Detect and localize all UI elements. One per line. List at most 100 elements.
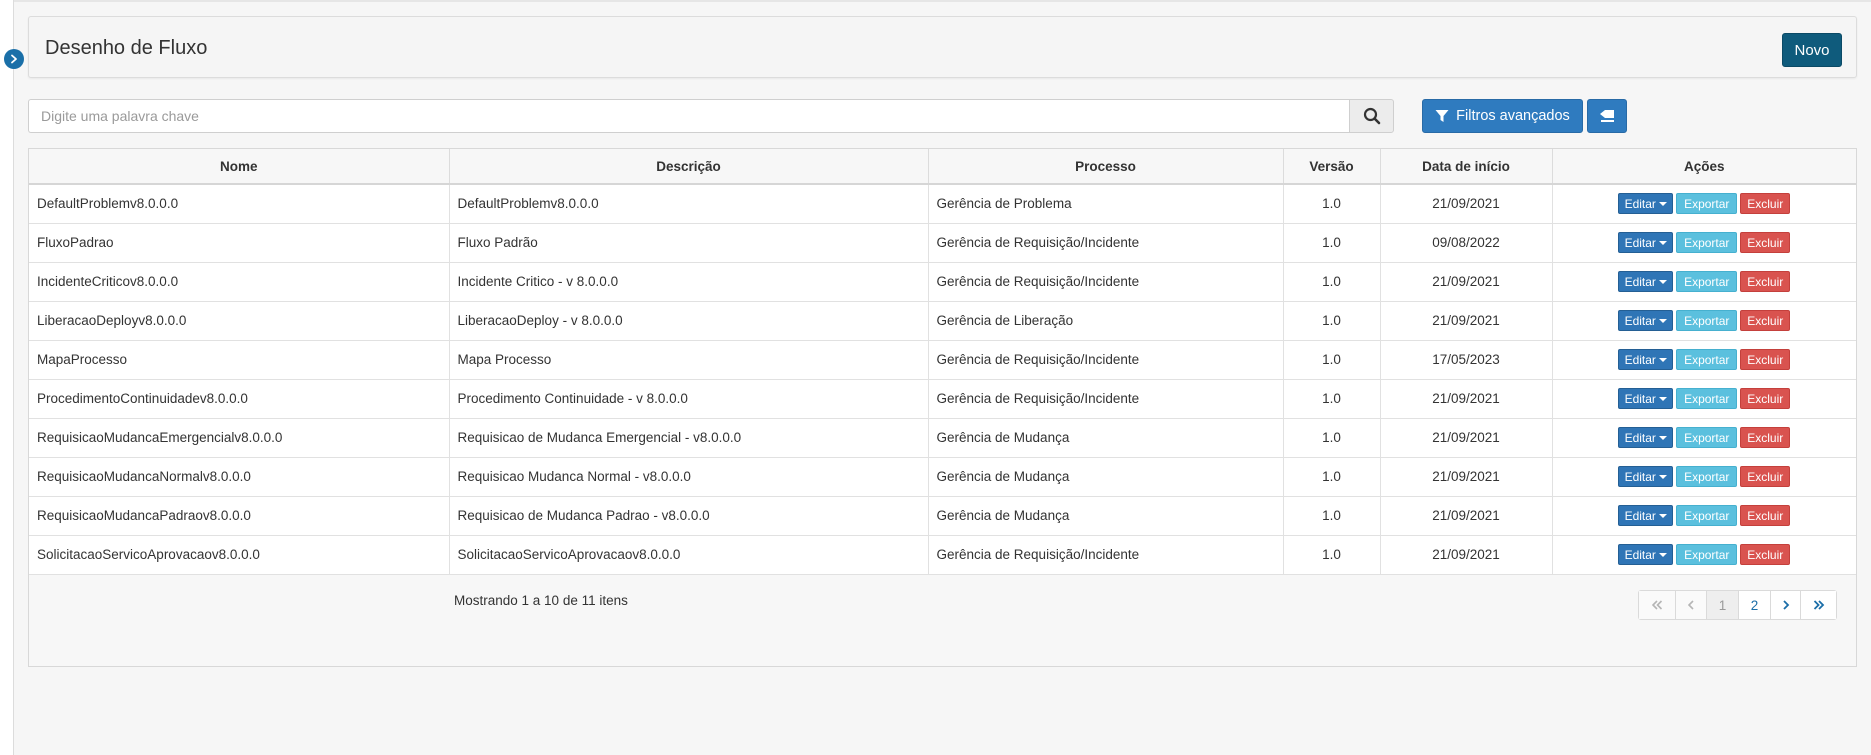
edit-dropdown-button[interactable]: Editar — [1618, 427, 1674, 448]
table-row[interactable]: RequisicaoMudancaNormalv8.0.0.0 Requisica… — [29, 457, 1856, 497]
edit-dropdown-button[interactable]: Editar — [1618, 388, 1674, 409]
cell-descricao: Mapa Processo — [449, 340, 929, 380]
column-header-processo[interactable]: Processo — [928, 149, 1284, 185]
table-row[interactable]: DefaultProblemv8.0.0.0 DefaultProblemv8.0… — [29, 184, 1856, 224]
previous-page-button[interactable] — [1676, 591, 1707, 619]
table-row[interactable]: SolicitacaoServicoAprovacaov8.0.0.0 Solic… — [29, 535, 1856, 575]
left-rail — [0, 0, 14, 755]
cell-versao: 1.0 — [1283, 457, 1381, 497]
export-button[interactable]: Exportar — [1676, 193, 1738, 215]
delete-button[interactable]: Excluir — [1740, 388, 1791, 409]
cell-processo: Gerência de Liberação — [928, 301, 1284, 341]
cell-data-inicio: 21/09/2021 — [1380, 262, 1553, 302]
cell-versao: 1.0 — [1283, 418, 1381, 458]
table-row[interactable]: MapaProcesso Mapa Processo Gerência de Req… — [29, 340, 1856, 380]
column-header-nome[interactable]: Nome — [29, 149, 450, 185]
edit-label: Editar — [1624, 469, 1656, 484]
sidebar-toggle-button[interactable] — [4, 49, 24, 69]
column-header-data-inicio[interactable]: Data de início — [1380, 149, 1553, 185]
edit-dropdown-button[interactable]: Editar — [1618, 193, 1674, 215]
delete-button[interactable]: Excluir — [1740, 271, 1791, 292]
export-button[interactable]: Exportar — [1676, 505, 1738, 526]
delete-button[interactable]: Excluir — [1740, 505, 1791, 526]
chevron-left-icon — [1687, 600, 1694, 610]
cell-nome: IncidenteCriticov8.0.0.0 — [29, 262, 450, 302]
export-button[interactable]: Exportar — [1676, 349, 1738, 370]
caret-down-icon — [1658, 358, 1667, 362]
cell-data-inicio: 21/09/2021 — [1380, 496, 1553, 536]
double-chevron-left-icon — [1651, 600, 1663, 610]
column-header-descricao[interactable]: Descrição — [449, 149, 929, 185]
delete-button[interactable]: Excluir — [1740, 466, 1791, 487]
cell-acoes: Editar Exportar Excluir — [1552, 535, 1856, 575]
row-actions: Editar Exportar Excluir — [1561, 193, 1849, 215]
row-actions: Editar Exportar Excluir — [1561, 271, 1849, 292]
page-title: Desenho de Fluxo — [45, 37, 208, 59]
edit-label: Editar — [1624, 547, 1656, 562]
edit-label: Editar — [1624, 274, 1656, 289]
export-button[interactable]: Exportar — [1676, 271, 1738, 292]
column-header-acoes: Ações — [1552, 149, 1856, 185]
showing-items-text: Mostrando 1 a 10 de 11 itens — [454, 593, 628, 608]
cell-versao: 1.0 — [1283, 301, 1381, 341]
page-header: Desenho de Fluxo Novo — [28, 16, 1857, 78]
table-row[interactable]: RequisicaoMudancaEmergencialv8.0.0.0 Requ… — [29, 418, 1856, 458]
edit-label: Editar — [1624, 508, 1656, 523]
export-button[interactable]: Exportar — [1676, 388, 1738, 409]
search-button[interactable] — [1349, 99, 1394, 133]
edit-dropdown-button[interactable]: Editar — [1618, 466, 1674, 487]
table-row[interactable]: FluxoPadrao Fluxo Padrão Gerência de Requi… — [29, 223, 1856, 263]
cell-data-inicio: 21/09/2021 — [1380, 184, 1553, 224]
caret-down-icon — [1658, 202, 1667, 207]
table-row[interactable]: LiberacaoDeployv8.0.0.0 LiberacaoDeploy -… — [29, 301, 1856, 341]
cell-nome: RequisicaoMudancaNormalv8.0.0.0 — [29, 457, 450, 497]
first-page-button[interactable] — [1639, 591, 1676, 619]
caret-down-icon — [1658, 553, 1667, 557]
export-button[interactable]: Exportar — [1676, 427, 1738, 448]
page-1-button[interactable]: 1 — [1707, 591, 1739, 619]
delete-button[interactable]: Excluir — [1740, 193, 1791, 215]
delete-button[interactable]: Excluir — [1740, 232, 1791, 253]
table-row[interactable]: IncidenteCriticov8.0.0.0 Incidente Critic… — [29, 262, 1856, 302]
edit-dropdown-button[interactable]: Editar — [1618, 544, 1674, 565]
edit-dropdown-button[interactable]: Editar — [1618, 505, 1674, 526]
delete-button[interactable]: Excluir — [1740, 310, 1791, 331]
export-button[interactable]: Exportar — [1676, 466, 1738, 487]
new-button[interactable]: Novo — [1782, 33, 1842, 67]
cell-processo: Gerência de Requisição/Incidente — [928, 535, 1284, 575]
cell-nome: DefaultProblemv8.0.0.0 — [29, 184, 450, 224]
edit-dropdown-button[interactable]: Editar — [1618, 310, 1674, 331]
advanced-filters-label: Filtros avançados — [1456, 108, 1570, 124]
row-actions: Editar Exportar Excluir — [1561, 310, 1849, 331]
cell-descricao: Requisicao Mudanca Normal - v8.0.0.0 — [449, 457, 929, 497]
row-actions: Editar Exportar Excluir — [1561, 466, 1849, 487]
table-row[interactable]: RequisicaoMudancaPadraov8.0.0.0 Requisica… — [29, 496, 1856, 536]
delete-button[interactable]: Excluir — [1740, 349, 1791, 370]
table-row[interactable]: ProcedimentoContinuidadev8.0.0.0 Procedim… — [29, 379, 1856, 419]
edit-label: Editar — [1624, 430, 1656, 445]
delete-button[interactable]: Excluir — [1740, 544, 1791, 565]
clear-filters-button[interactable] — [1587, 99, 1627, 133]
edit-dropdown-button[interactable]: Editar — [1618, 232, 1674, 253]
edit-dropdown-button[interactable]: Editar — [1618, 349, 1674, 370]
export-button[interactable]: Exportar — [1676, 310, 1738, 331]
next-page-button[interactable] — [1771, 591, 1801, 619]
page-2-button[interactable]: 2 — [1739, 591, 1771, 619]
search-input[interactable] — [28, 99, 1349, 133]
column-header-versao[interactable]: Versão — [1283, 149, 1381, 185]
pagination: 1 2 — [1638, 590, 1837, 620]
row-actions: Editar Exportar Excluir — [1561, 544, 1849, 565]
edit-dropdown-button[interactable]: Editar — [1618, 271, 1674, 292]
cell-nome: SolicitacaoServicoAprovacaov8.0.0.0 — [29, 535, 450, 575]
cell-data-inicio: 09/08/2022 — [1380, 223, 1553, 263]
double-chevron-right-icon — [1813, 600, 1824, 610]
last-page-button[interactable] — [1801, 591, 1836, 619]
cell-acoes: Editar Exportar Excluir — [1552, 379, 1856, 419]
cell-nome: LiberacaoDeployv8.0.0.0 — [29, 301, 450, 341]
table-body: DefaultProblemv8.0.0.0 DefaultProblemv8.0… — [29, 184, 1856, 575]
cell-descricao: DefaultProblemv8.0.0.0 — [449, 184, 929, 224]
advanced-filters-button[interactable]: Filtros avançados — [1422, 99, 1583, 133]
export-button[interactable]: Exportar — [1676, 232, 1738, 253]
delete-button[interactable]: Excluir — [1740, 427, 1791, 448]
export-button[interactable]: Exportar — [1676, 544, 1738, 565]
